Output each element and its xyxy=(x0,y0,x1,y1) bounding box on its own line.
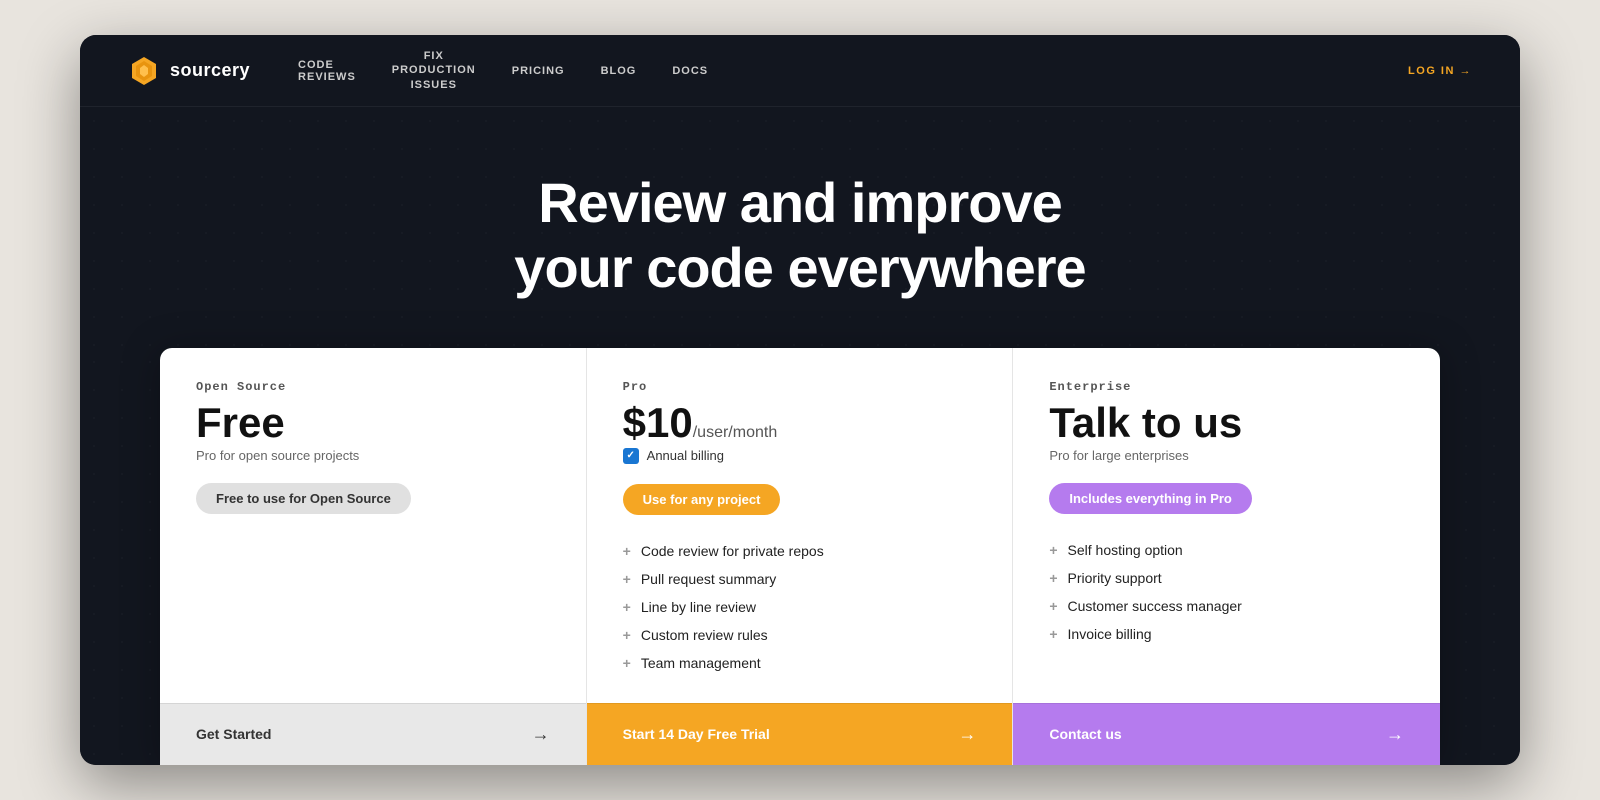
nav-code-reviews[interactable]: CODE REVIEWS xyxy=(298,59,356,83)
pricing-grid: Open Source Free Pro for open source pro… xyxy=(160,348,1440,765)
nav-docs[interactable]: DOCS xyxy=(672,65,708,77)
nav-links: CODE REVIEWS FIX PRODUCTION ISSUES PRICI… xyxy=(298,49,1408,92)
list-item: +Team management xyxy=(623,655,977,671)
plus-icon: + xyxy=(1049,598,1057,614)
login-button[interactable]: LOG IN → xyxy=(1408,65,1472,77)
plan-open-source-tier: Open Source xyxy=(196,380,550,394)
nav-blog[interactable]: BLOG xyxy=(601,65,637,77)
plan-open-source-cta[interactable]: Get Started → xyxy=(160,703,586,765)
cta-arrow: → xyxy=(958,724,976,745)
plan-open-source-badge[interactable]: Free to use for Open Source xyxy=(196,483,411,514)
plus-icon: + xyxy=(623,627,631,643)
logo-icon xyxy=(128,55,160,87)
plan-pro: Pro $10/user/month Annual billing Use fo… xyxy=(587,348,1014,765)
plus-icon: + xyxy=(1049,626,1057,642)
cta-arrow: → xyxy=(1386,724,1404,745)
plan-enterprise-price: Talk to us xyxy=(1049,402,1404,444)
list-item: +Pull request summary xyxy=(623,571,977,587)
plan-open-source-price: Free xyxy=(196,402,550,444)
navbar: sourcery CODE REVIEWS FIX PRODUCTION ISS… xyxy=(80,35,1520,107)
pro-features-list: +Code review for private repos +Pull req… xyxy=(623,543,977,671)
list-item: +Priority support xyxy=(1049,570,1404,586)
list-item: +Custom review rules xyxy=(623,627,977,643)
plan-pro-price: $10/user/month xyxy=(623,402,977,444)
logo[interactable]: sourcery xyxy=(128,55,250,87)
hero-title: Review and improve your code everywhere xyxy=(128,171,1472,300)
plus-icon: + xyxy=(1049,542,1057,558)
list-item: +Customer success manager xyxy=(1049,598,1404,614)
plan-pro-body: Pro $10/user/month Annual billing Use fo… xyxy=(587,348,1013,703)
plus-icon: + xyxy=(623,543,631,559)
plan-enterprise: Enterprise Talk to us Pro for large ente… xyxy=(1013,348,1440,765)
plan-open-source-body: Open Source Free Pro for open source pro… xyxy=(160,348,586,703)
list-item: +Invoice billing xyxy=(1049,626,1404,642)
nav-pricing[interactable]: PRICING xyxy=(512,65,565,77)
plan-enterprise-subtitle: Pro for large enterprises xyxy=(1049,448,1404,463)
plus-icon: + xyxy=(1049,570,1057,586)
annual-billing-checkbox[interactable] xyxy=(623,448,639,464)
list-item: +Line by line review xyxy=(623,599,977,615)
cta-arrow: → xyxy=(532,724,550,745)
plan-enterprise-body: Enterprise Talk to us Pro for large ente… xyxy=(1013,348,1440,703)
plan-pro-cta[interactable]: Start 14 Day Free Trial → xyxy=(587,703,1013,765)
annual-billing-toggle[interactable]: Annual billing xyxy=(623,448,977,464)
browser-window: sourcery CODE REVIEWS FIX PRODUCTION ISS… xyxy=(80,35,1520,765)
plan-enterprise-badge[interactable]: Includes everything in Pro xyxy=(1049,483,1252,514)
plan-enterprise-tier: Enterprise xyxy=(1049,380,1404,394)
plus-icon: + xyxy=(623,571,631,587)
plus-icon: + xyxy=(623,655,631,671)
list-item: +Self hosting option xyxy=(1049,542,1404,558)
plus-icon: + xyxy=(623,599,631,615)
plan-enterprise-cta[interactable]: Contact us → xyxy=(1013,703,1440,765)
plan-pro-badge[interactable]: Use for any project xyxy=(623,484,781,515)
hero-section: Review and improve your code everywhere xyxy=(80,107,1520,348)
nav-fix-production[interactable]: FIX PRODUCTION ISSUES xyxy=(392,49,476,92)
plan-open-source-subtitle: Pro for open source projects xyxy=(196,448,550,463)
pricing-section: Open Source Free Pro for open source pro… xyxy=(80,348,1520,765)
logo-text: sourcery xyxy=(170,60,250,81)
plan-open-source: Open Source Free Pro for open source pro… xyxy=(160,348,587,765)
plan-pro-tier: Pro xyxy=(623,380,977,394)
list-item: +Code review for private repos xyxy=(623,543,977,559)
enterprise-features-list: +Self hosting option +Priority support +… xyxy=(1049,542,1404,642)
